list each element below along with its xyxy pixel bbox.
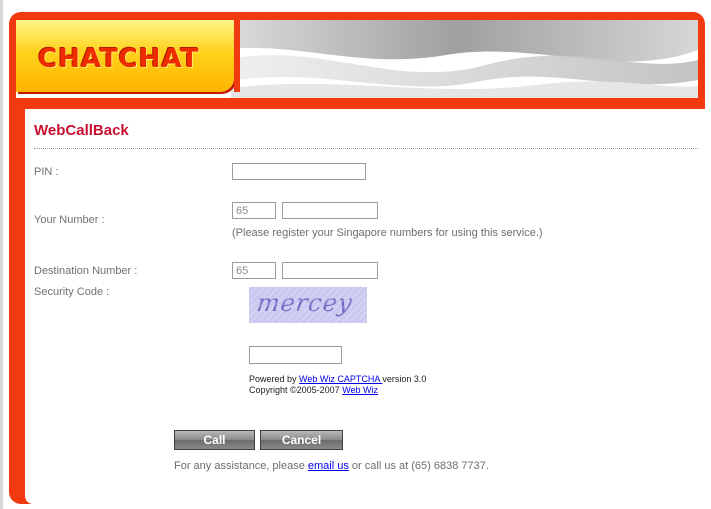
chatchat-logo: CHATCHAT xyxy=(38,44,200,74)
assistance-suffix: or call us at (65) 6838 7737. xyxy=(348,460,489,472)
powered-by-line: Powered by Web Wiz CAPTCHA version 3.0 xyxy=(249,374,426,385)
email-us-link[interactable]: email us xyxy=(308,460,349,472)
copyright-line: Copyright ©2005-2007 Web Wiz xyxy=(249,385,426,396)
title-divider xyxy=(34,148,698,149)
captcha-noise xyxy=(249,287,367,323)
assistance-text: For any assistance, please email us or c… xyxy=(174,460,489,472)
your-number-note: (Please register your Singapore numbers … xyxy=(232,227,543,239)
copyright-prefix: Copyright ©2005-2007 xyxy=(249,385,343,395)
web-wiz-captcha-link[interactable]: Web Wiz CAPTCHA xyxy=(299,374,382,384)
window-edge xyxy=(0,0,3,509)
destination-country-code-input[interactable] xyxy=(232,262,276,279)
call-button[interactable]: Call xyxy=(174,430,255,450)
powered-by-suffix: version 3.0 xyxy=(382,374,427,384)
destination-number-label: Destination Number : xyxy=(34,265,138,277)
web-wiz-link[interactable]: Web Wiz xyxy=(342,385,378,395)
your-number-country-code-input[interactable] xyxy=(232,202,276,219)
destination-number-input[interactable] xyxy=(282,262,378,279)
pin-input[interactable] xyxy=(232,163,366,180)
security-code-label: Security Code : xyxy=(34,286,110,298)
captcha-image: mercey xyxy=(249,287,367,323)
cancel-button[interactable]: Cancel xyxy=(260,430,343,450)
page-title: WebCallBack xyxy=(34,122,129,139)
your-number-input[interactable] xyxy=(282,202,378,219)
pin-label: PIN : xyxy=(34,166,59,178)
your-number-label: Your Number : xyxy=(34,214,105,226)
powered-by-prefix: Powered by xyxy=(249,374,300,384)
assistance-prefix: For any assistance, please xyxy=(174,460,308,472)
captcha-credit: Powered by Web Wiz CAPTCHA version 3.0 C… xyxy=(249,374,426,396)
security-code-input[interactable] xyxy=(249,346,342,364)
